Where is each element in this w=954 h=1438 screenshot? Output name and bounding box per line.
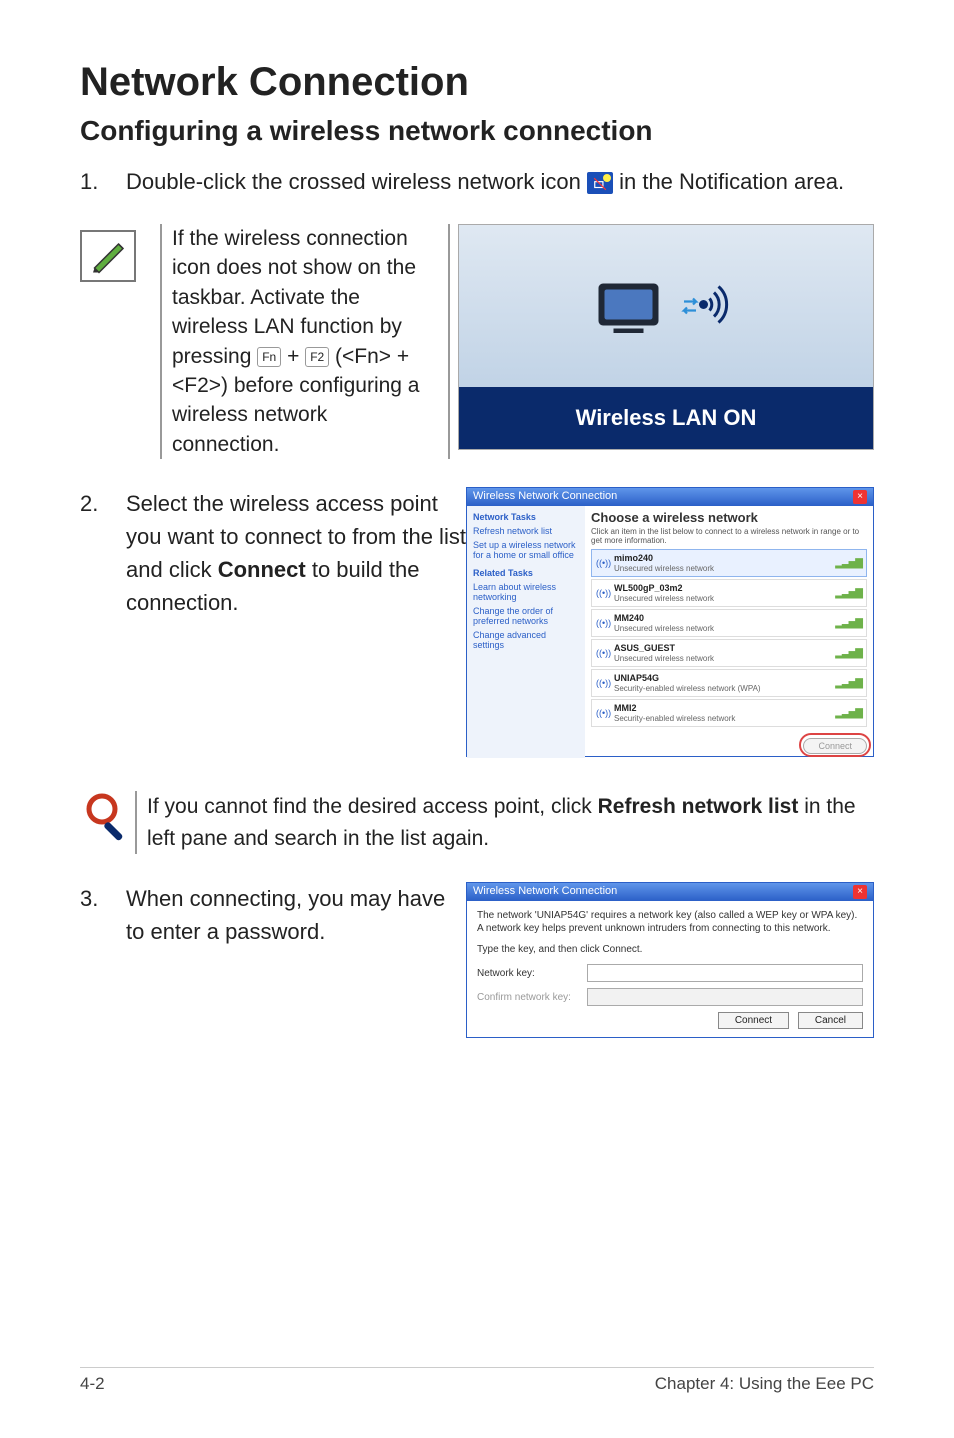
page-footer: 4-2 Chapter 4: Using the Eee PC [80, 1367, 874, 1394]
window-titlebar: Wireless Network Connection × [467, 883, 873, 901]
step-text: Select the wireless access point you wan… [126, 487, 466, 619]
network-item[interactable]: ((•))ASUS_GUESTUnsecured wireless networ… [591, 639, 867, 667]
network-item[interactable]: ((•))MMI2Security-enabled wireless netwo… [591, 699, 867, 727]
cancel-button[interactable]: Cancel [798, 1012, 863, 1029]
wifi-icon: ((•)) [596, 588, 610, 598]
network-key-input[interactable] [587, 964, 863, 982]
wireless-lan-on-image: Wireless LAN ON [458, 224, 874, 450]
network-item[interactable]: ((•))WL500gP_03m2Unsecured wireless netw… [591, 579, 867, 607]
chapter-label: Chapter 4: Using the Eee PC [655, 1374, 874, 1394]
tip-icon [80, 791, 135, 852]
password-message: The network 'UNIAP54G' requires a networ… [477, 909, 863, 935]
close-icon[interactable]: × [853, 885, 867, 899]
tip-text: If you cannot find the desired access po… [135, 791, 874, 854]
step-text: Double-click the crossed wireless networ… [126, 165, 874, 198]
signal-icon: ▂▃▅▇ [835, 678, 862, 689]
confirm-key-input[interactable] [587, 988, 863, 1006]
text: in the Notification area. [619, 169, 844, 194]
wireless-connection-window: Wireless Network Connection × Network Ta… [466, 487, 874, 757]
close-icon[interactable]: × [853, 490, 867, 504]
step-1: 1. Double-click the crossed wireless net… [80, 165, 874, 198]
step-2: 2. Select the wireless access point you … [80, 487, 874, 757]
signal-icon: ▂▃▅▇ [835, 588, 862, 599]
sidebar-item-refresh[interactable]: Refresh network list [473, 526, 579, 536]
wlan-top-graphic [459, 225, 873, 387]
note-block: If the wireless connection icon does not… [80, 224, 874, 459]
sidebar-item-advanced[interactable]: Change advanced settings [473, 630, 579, 650]
text: Double-click the crossed wireless networ… [126, 169, 587, 194]
note-text: If the wireless connection icon does not… [160, 224, 450, 459]
choose-header: Choose a wireless network [591, 510, 867, 525]
page-title: Network Connection [80, 60, 874, 105]
f2-key-icon: F2 [305, 347, 329, 368]
signal-icon: ▂▃▅▇ [835, 648, 862, 659]
bold-text: Refresh network list [598, 795, 799, 818]
window-title: Wireless Network Connection [473, 490, 617, 504]
wifi-icon: ((•)) [596, 618, 610, 628]
wifi-icon: ((•)) [596, 648, 610, 658]
network-item[interactable]: ((•))MM240Unsecured wireless network▂▃▅▇ [591, 609, 867, 637]
wifi-icon: ((•)) [596, 558, 610, 568]
connect-button[interactable]: Connect [718, 1012, 789, 1029]
signal-icon: ▂▃▅▇ [835, 558, 862, 569]
network-key-label: Network key: [477, 968, 587, 979]
text: If you cannot find the desired access po… [147, 795, 598, 818]
step-number: 3. [80, 882, 126, 915]
wireless-crossed-icon [587, 172, 613, 194]
wifi-icon: ((•)) [596, 708, 610, 718]
step-text: When connecting, you may have to enter a… [126, 882, 466, 948]
window-main: Choose a wireless network Click an item … [585, 506, 873, 758]
sidebar-item-setup[interactable]: Set up a wireless network for a home or … [473, 540, 579, 560]
wlan-on-label: Wireless LAN ON [459, 387, 873, 449]
network-item[interactable]: ((•))UNIAP54GSecurity-enabled wireless n… [591, 669, 867, 697]
wifi-icon: ((•)) [596, 678, 610, 688]
window-titlebar: Wireless Network Connection × [467, 488, 873, 506]
step-number: 2. [80, 487, 126, 520]
step-3: 3. When connecting, you may have to ente… [80, 882, 874, 1038]
bold-text: Connect [218, 557, 306, 582]
section-title: Configuring a wireless network connectio… [80, 115, 874, 147]
fn-key-icon: Fn [257, 347, 281, 368]
signal-icon: ▂▃▅▇ [835, 708, 862, 719]
window-title: Wireless Network Connection [473, 885, 617, 899]
choose-subtext: Click an item in the list below to conne… [591, 527, 867, 545]
network-list: ((•))mimo240Unsecured wireless network▂▃… [591, 549, 867, 727]
sidebar-item-learn[interactable]: Learn about wireless networking [473, 582, 579, 602]
network-item[interactable]: ((•))mimo240Unsecured wireless network▂▃… [591, 549, 867, 577]
password-window: Wireless Network Connection × The networ… [466, 882, 874, 1038]
step-number: 1. [80, 165, 126, 198]
sidebar-item-order[interactable]: Change the order of preferred networks [473, 606, 579, 626]
password-instruction: Type the key, and then click Connect. [477, 943, 863, 956]
tip-block: If you cannot find the desired access po… [80, 791, 874, 854]
confirm-key-label: Confirm network key: [477, 992, 587, 1003]
sidebar-heading: Related Tasks [473, 568, 579, 578]
connect-button[interactable]: Connect [803, 738, 867, 754]
sidebar-heading: Network Tasks [473, 512, 579, 522]
signal-icon: ▂▃▅▇ [835, 618, 862, 629]
window-sidebar: Network Tasks Refresh network list Set u… [467, 506, 585, 758]
page-number: 4-2 [80, 1374, 105, 1394]
note-icon [80, 230, 136, 282]
text: + [287, 345, 305, 368]
